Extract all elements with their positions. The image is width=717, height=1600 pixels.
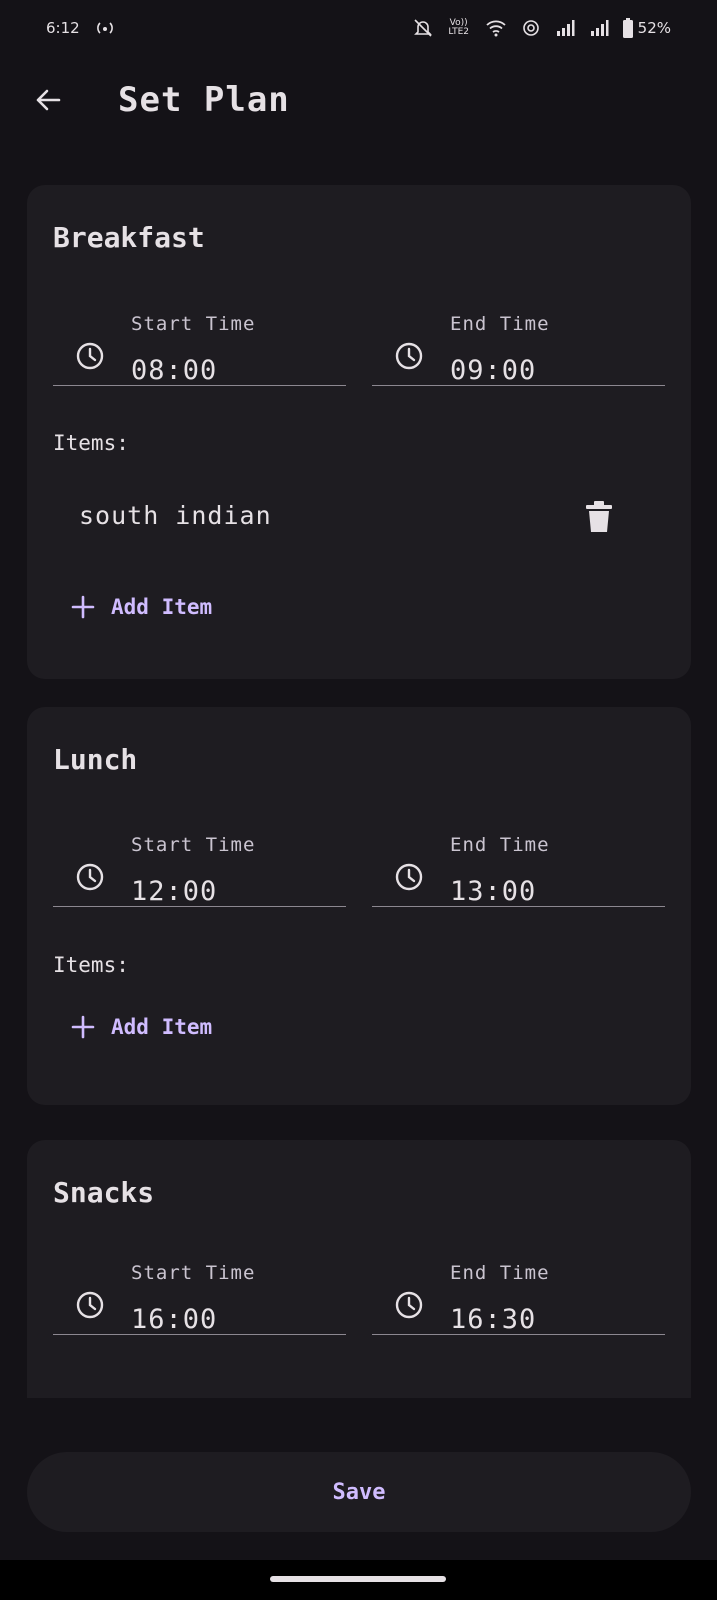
start-time-label: Start Time <box>131 834 256 856</box>
home-indicator[interactable] <box>270 1576 446 1582</box>
signal-icon <box>555 19 575 37</box>
end-time-value: 09:00 <box>450 355 537 386</box>
status-bar: 6:12 Vo)) LTE2 52% <box>0 0 717 56</box>
status-left: 6:12 <box>46 18 116 38</box>
end-time-label: End Time <box>450 834 550 856</box>
clock-icon <box>395 342 423 370</box>
save-button[interactable]: Save <box>27 1452 691 1532</box>
add-item-button[interactable]: Add Item <box>71 1003 212 1051</box>
silent-icon <box>413 18 433 38</box>
volte-text: Vo)) LTE2 <box>448 18 469 37</box>
list-item: south indian <box>53 487 653 547</box>
hotspot-icon <box>94 18 116 38</box>
page-title: Set Plan <box>118 80 290 120</box>
clock-icon <box>76 342 104 370</box>
volte-icon: Vo)) LTE2 <box>447 19 471 37</box>
start-time-field[interactable]: Start Time 12:00 <box>53 816 346 907</box>
save-label: Save <box>332 1479 386 1505</box>
items-label: Items: <box>53 953 129 977</box>
end-time-field[interactable]: End Time 16:30 <box>372 1244 665 1335</box>
trash-icon <box>586 501 612 532</box>
add-item-label: Add Item <box>111 595 213 619</box>
signal-icon <box>589 19 609 37</box>
clock-icon <box>76 1291 104 1319</box>
clock-icon <box>395 863 423 891</box>
end-time-label: End Time <box>450 313 550 335</box>
wifi-icon <box>485 19 507 37</box>
start-time-field[interactable]: Start Time 08:00 <box>53 295 346 386</box>
battery-percent: 52% <box>637 19 671 37</box>
start-time-value: 08:00 <box>131 355 218 386</box>
battery-icon: 52% <box>622 18 671 38</box>
clock-icon <box>395 1291 423 1319</box>
status-right: Vo)) LTE2 52% <box>413 18 671 38</box>
clock-icon <box>76 863 104 891</box>
start-time-label: Start Time <box>131 313 256 335</box>
items-label: Items: <box>53 431 129 455</box>
add-item-label: Add Item <box>111 1015 213 1039</box>
meal-card-snacks: Snacks Start Time 16:00 End Time 16:30 <box>27 1140 691 1398</box>
meal-title: Lunch <box>53 743 138 776</box>
meal-card-lunch: Lunch Start Time 12:00 End Time 13:00 It… <box>27 707 691 1105</box>
delete-item-button[interactable] <box>581 499 617 535</box>
start-time-label: Start Time <box>131 1262 256 1284</box>
end-time-label: End Time <box>450 1262 550 1284</box>
meal-title: Snacks <box>53 1176 155 1209</box>
end-time-value: 16:30 <box>450 1304 537 1335</box>
end-time-field[interactable]: End Time 09:00 <box>372 295 665 386</box>
plus-icon <box>71 1015 95 1039</box>
meal-title: Breakfast <box>53 221 205 254</box>
item-name: south indian <box>79 501 272 530</box>
start-time-value: 16:00 <box>131 1304 218 1335</box>
back-button[interactable] <box>26 78 70 122</box>
end-time-field[interactable]: End Time 13:00 <box>372 816 665 907</box>
start-time-field[interactable]: Start Time 16:00 <box>53 1244 346 1335</box>
plus-icon <box>71 595 95 619</box>
meal-card-breakfast: Breakfast Start Time 08:00 End Time 09:0… <box>27 185 691 679</box>
top-app-bar: Set Plan <box>0 60 717 140</box>
arrow-back-icon <box>36 89 61 111</box>
status-time: 6:12 <box>46 19 80 37</box>
start-time-value: 12:00 <box>131 876 218 907</box>
end-time-value: 13:00 <box>450 876 537 907</box>
nfc-icon <box>521 18 541 38</box>
meal-plan-list[interactable]: Breakfast Start Time 08:00 End Time 09:0… <box>0 182 717 1398</box>
add-item-button[interactable]: Add Item <box>71 583 212 631</box>
